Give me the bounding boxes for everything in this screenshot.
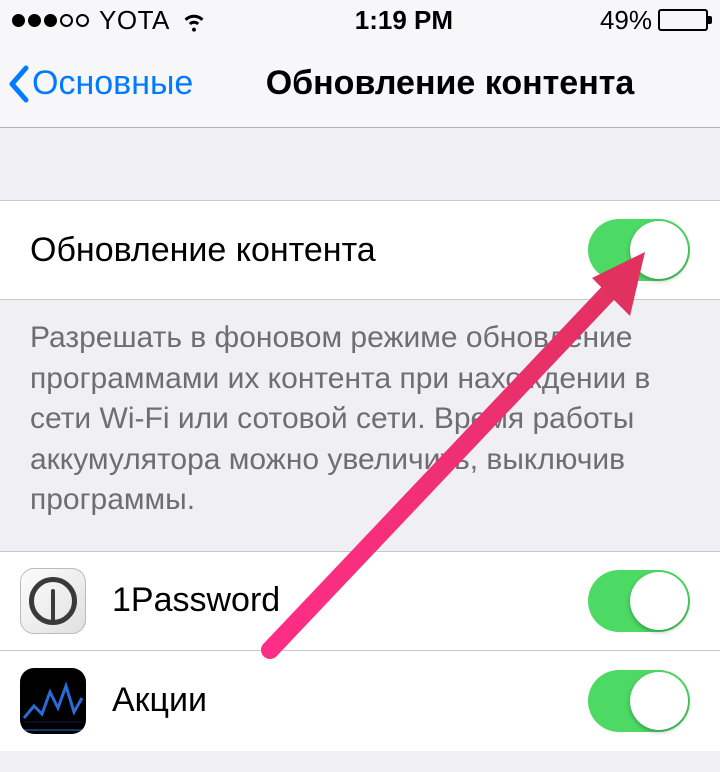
status-left: YOTA (12, 5, 208, 36)
app-name-label: 1Password (112, 581, 588, 620)
master-toggle-row: Обновление контента (0, 200, 720, 300)
master-toggle-switch[interactable] (588, 219, 690, 281)
battery-icon (658, 9, 708, 31)
app-icon-1password (20, 568, 86, 634)
signal-strength-icon (12, 14, 89, 27)
status-right: 49% (600, 5, 708, 36)
app-row: Акции (0, 651, 720, 751)
chevron-left-icon (8, 64, 32, 104)
wifi-icon (180, 6, 208, 34)
app-toggle-switch[interactable] (588, 670, 690, 732)
app-name-label: Акции (112, 681, 588, 720)
battery-percentage: 49% (600, 5, 652, 36)
navigation-bar: Основные Обновление контента (0, 40, 720, 128)
back-label: Основные (32, 64, 193, 103)
master-toggle-label: Обновление контента (30, 231, 588, 270)
app-row: 1Password (0, 551, 720, 651)
app-list: 1Password Акции (0, 551, 720, 751)
carrier-label: YOTA (99, 5, 170, 36)
app-icon-stocks (20, 668, 86, 734)
section-footer-text: Разрешать в фоновом режиме обновление пр… (0, 300, 720, 551)
back-button[interactable]: Основные (8, 64, 193, 104)
status-bar: YOTA 1:19 PM 49% (0, 0, 720, 40)
section-gap (0, 128, 720, 200)
clock-time: 1:19 PM (355, 5, 453, 36)
app-toggle-switch[interactable] (588, 570, 690, 632)
